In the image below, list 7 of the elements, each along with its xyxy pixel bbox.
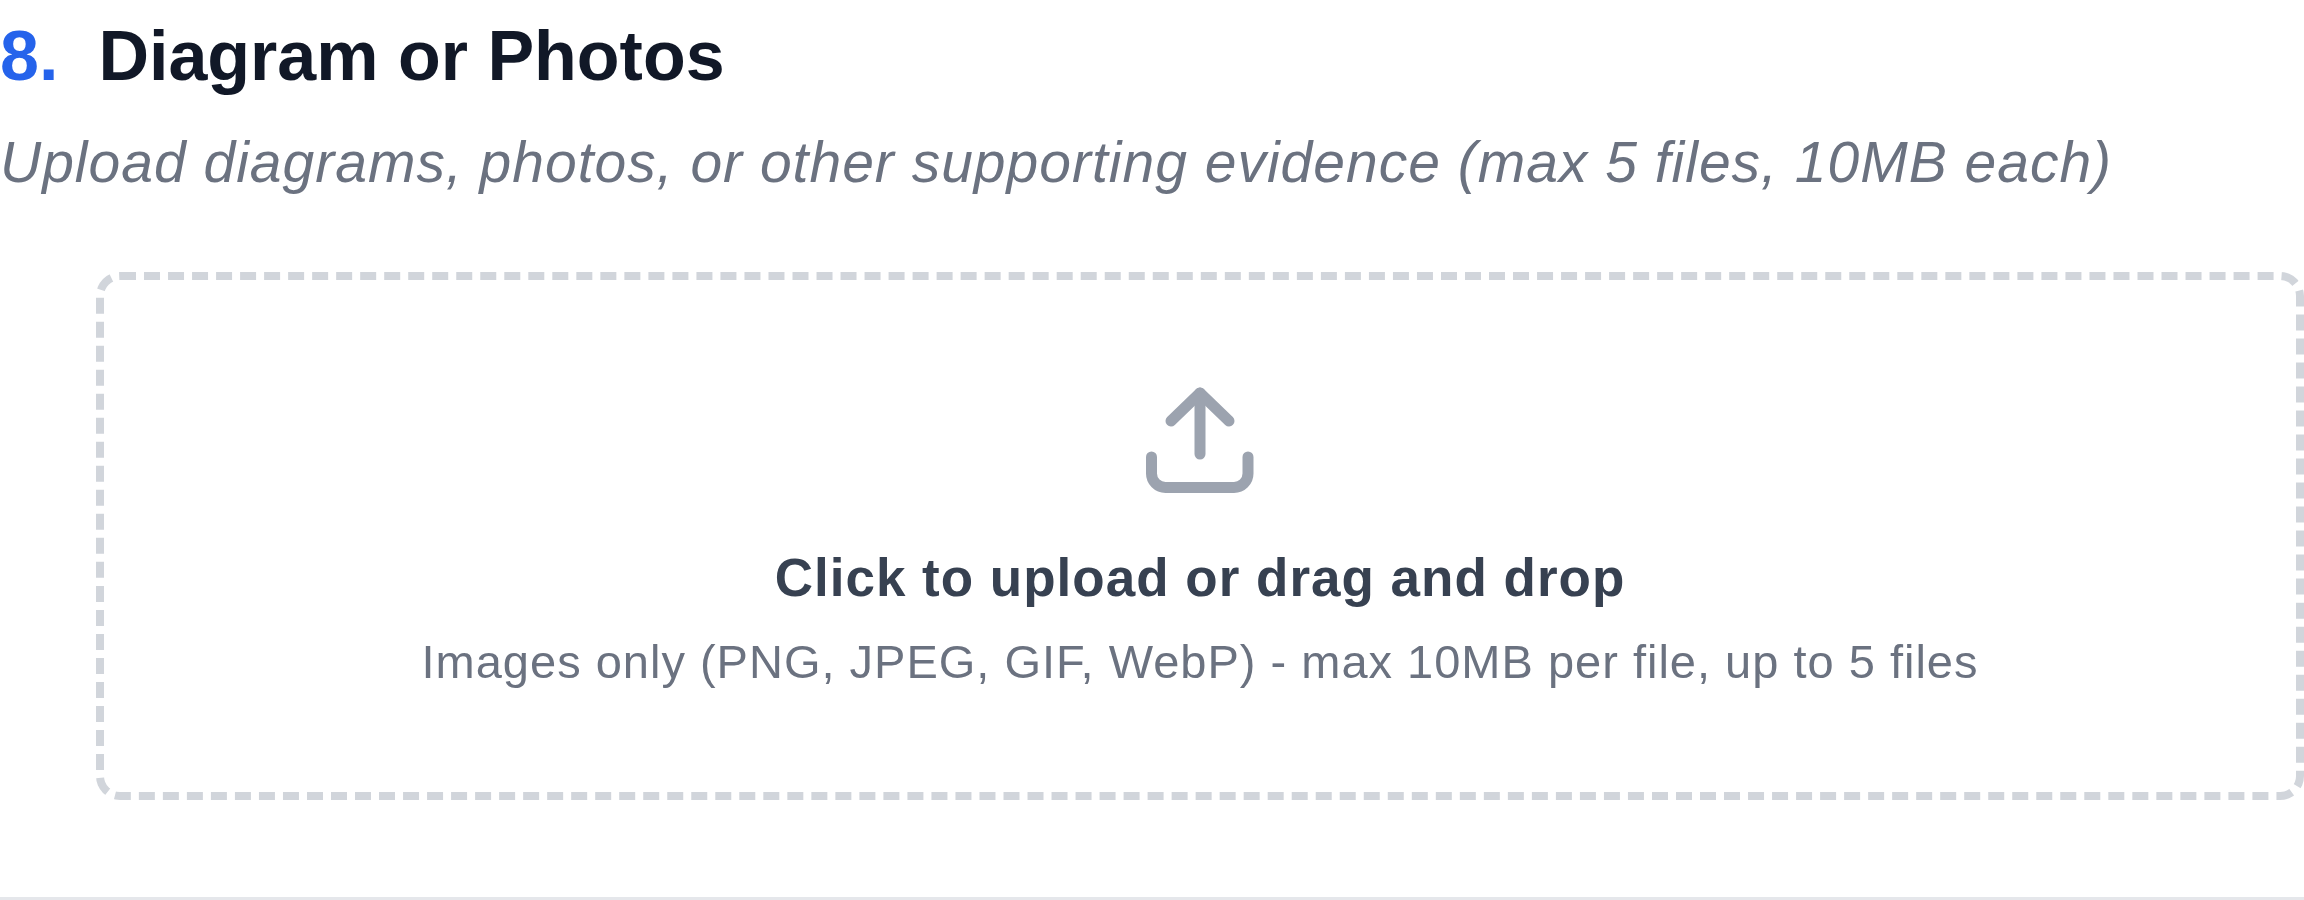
section-description: Upload diagrams, photos, or other supporting evidence (max 5 files, 10MB each) bbox=[0, 129, 2114, 196]
upload-dropzone[interactable]: Click to upload or drag and drop Images only (PNG, JPEG, GIF, WebP) - max 10MB per file, up to 5 files bbox=[96, 272, 2304, 800]
upload-icon bbox=[1146, 387, 1254, 495]
section-title: Diagram or Photos bbox=[98, 16, 725, 97]
section-number: 8. bbox=[0, 16, 59, 97]
dropzone-prompt: Click to upload or drag and drop bbox=[774, 547, 1626, 609]
dropzone-hint: Images only (PNG, JPEG, GIF, WebP) - max 10MB per file, up to 5 files bbox=[421, 634, 1979, 690]
